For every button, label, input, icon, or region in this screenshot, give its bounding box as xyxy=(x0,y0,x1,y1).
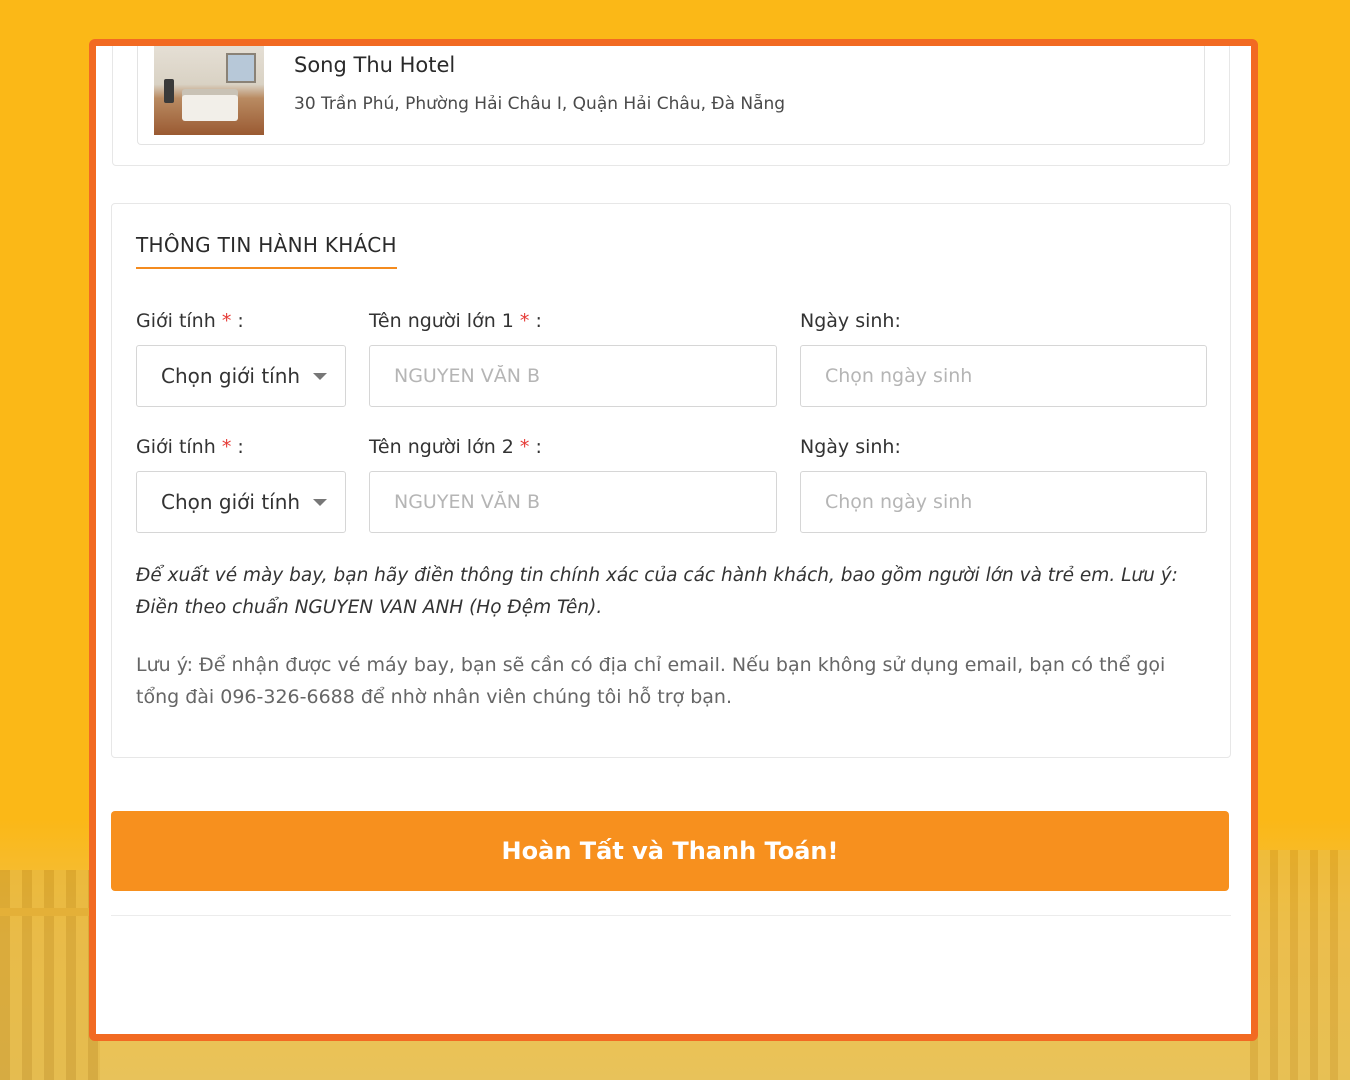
hotel-photo xyxy=(154,46,264,135)
label-suffix: : xyxy=(237,310,244,332)
dob-label-1: Ngày sinh: xyxy=(800,310,901,332)
gender-label-text: Giới tính xyxy=(136,310,216,332)
dob-input-2[interactable] xyxy=(800,471,1207,533)
gender-select-value: Chọn giới tính xyxy=(161,490,301,514)
adult-name-label-2: Tên người lớn 2 * : xyxy=(369,436,542,458)
skyline-decoration-left xyxy=(0,870,100,1080)
hotel-photo-lamp xyxy=(164,79,174,103)
gender-label-1: Giới tính * : xyxy=(136,310,244,332)
adult-name-input-2[interactable] xyxy=(369,471,777,533)
gender-select-1[interactable]: Chọn giới tính xyxy=(136,345,346,407)
gender-label-text: Giới tính xyxy=(136,436,216,458)
booking-panel: Song Thu Hotel 30 Trần Phú, Phường Hải C… xyxy=(89,39,1258,1041)
label-suffix: : xyxy=(535,436,542,458)
hotel-name: Song Thu Hotel xyxy=(294,53,456,77)
hotel-section: Song Thu Hotel 30 Trần Phú, Phường Hải C… xyxy=(112,46,1230,166)
required-asterisk: * xyxy=(221,310,232,332)
label-suffix: : xyxy=(237,436,244,458)
email-notice: Lưu ý: Để nhận được vé máy bay, bạn sẽ c… xyxy=(136,654,1166,708)
section-title: THÔNG TIN HÀNH KHÁCH xyxy=(136,233,397,269)
adult-name-label-text: Tên người lớn 2 xyxy=(369,436,514,458)
complete-and-pay-button[interactable]: Hoàn Tất và Thanh Toán! xyxy=(111,811,1229,891)
passenger-instructions: Để xuất vé mày bay, bạn hãy điền thông t… xyxy=(136,565,1178,618)
gender-label-2: Giới tính * : xyxy=(136,436,244,458)
gender-select-value: Chọn giới tính xyxy=(161,364,301,388)
skyline-decoration-right xyxy=(1250,850,1350,1080)
hotel-card[interactable]: Song Thu Hotel 30 Trần Phú, Phường Hải C… xyxy=(137,46,1205,145)
dob-input-1[interactable] xyxy=(800,345,1207,407)
dob-label-2: Ngày sinh: xyxy=(800,436,901,458)
label-suffix: : xyxy=(535,310,542,332)
chevron-down-icon xyxy=(313,499,327,506)
required-asterisk: * xyxy=(221,436,232,458)
required-asterisk: * xyxy=(519,310,530,332)
passenger-info-section: THÔNG TIN HÀNH KHÁCH Giới tính * : Chọn … xyxy=(111,203,1231,758)
adult-name-label-text: Tên người lớn 1 xyxy=(369,310,514,332)
hotel-photo-bed xyxy=(182,95,238,121)
divider xyxy=(111,915,1231,916)
hotel-address: 30 Trần Phú, Phường Hải Châu I, Quận Hải… xyxy=(294,94,786,114)
adult-name-input-1[interactable] xyxy=(369,345,777,407)
gender-select-2[interactable]: Chọn giới tính xyxy=(136,471,346,533)
chevron-down-icon xyxy=(313,373,327,380)
hotel-photo-window xyxy=(226,53,256,83)
adult-name-label-1: Tên người lớn 1 * : xyxy=(369,310,542,332)
required-asterisk: * xyxy=(519,436,530,458)
